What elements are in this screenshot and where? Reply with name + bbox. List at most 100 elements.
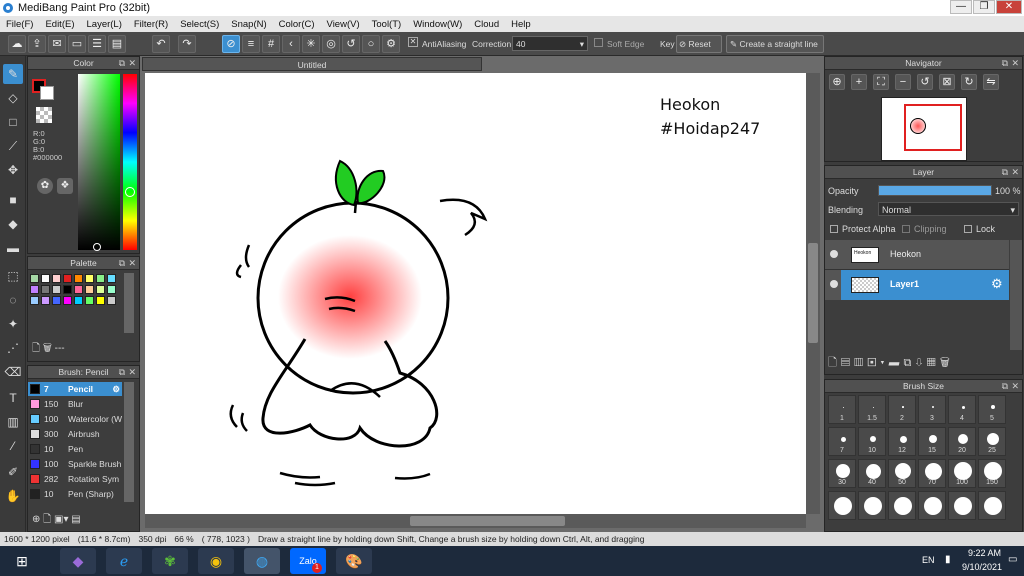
internet-explorer-icon[interactable]: ℯ xyxy=(106,548,142,574)
grid-snap-icon[interactable]: # xyxy=(262,35,280,53)
comment-icon[interactable]: ✉ xyxy=(48,35,66,53)
panel-close-icon[interactable]: ✕ xyxy=(1011,166,1019,179)
opacity-slider[interactable] xyxy=(878,185,992,196)
menu-view[interactable]: View(V) xyxy=(321,19,366,30)
brush-size-cell[interactable] xyxy=(918,491,946,520)
brush-item[interactable]: 10 Pen (Sharp) xyxy=(28,487,122,501)
rectangle-tool-icon[interactable]: □ xyxy=(3,112,23,132)
brush-menu-icon[interactable]: ▣▾ xyxy=(54,514,68,525)
circle-snap-icon[interactable]: ◎ xyxy=(322,35,340,53)
brush-size-cell[interactable] xyxy=(948,491,976,520)
brush-size-cell[interactable] xyxy=(978,491,1006,520)
brush-size-cell[interactable]: 15 xyxy=(918,427,946,456)
brush-size-cell[interactable]: 1 xyxy=(828,395,856,424)
rotate-right-icon[interactable]: ↻ xyxy=(961,74,977,90)
brush-scrollbar[interactable] xyxy=(124,382,134,502)
lasso-tool-icon[interactable]: ◌ xyxy=(3,290,23,310)
select-pen-icon[interactable]: ⋰ xyxy=(3,338,23,358)
undo-icon[interactable]: ↶ xyxy=(152,35,170,53)
palette-swatch[interactable] xyxy=(96,285,105,294)
dot-pen-icon[interactable]: ⟋ xyxy=(3,136,23,156)
brush-item[interactable]: 282 Rotation Sym xyxy=(28,472,122,486)
soft-edge-checkbox[interactable] xyxy=(594,38,603,47)
document-tab[interactable]: Untitled xyxy=(142,57,482,71)
palette-swatch[interactable] xyxy=(96,296,105,305)
pen-tool-icon[interactable]: ✐ xyxy=(3,462,23,482)
panel-close-icon[interactable]: ✕ xyxy=(128,257,136,270)
palette-swatch[interactable] xyxy=(30,285,39,294)
gradient-tool-icon[interactable]: ▬ xyxy=(3,238,23,258)
palette-swatch[interactable] xyxy=(74,274,83,283)
new-layer-icon[interactable]: 🗋 xyxy=(828,357,841,369)
eraser-tool-icon[interactable]: ◇ xyxy=(3,88,23,108)
layer-settings-gear-icon[interactable]: ⚙ xyxy=(991,276,1003,292)
add-brush-icon[interactable]: ⊕ xyxy=(32,514,40,525)
detach-icon[interactable]: ⧉ xyxy=(1002,57,1008,70)
text-tool-icon[interactable]: T xyxy=(3,388,23,408)
merge-layer-icon[interactable]: ⇩ xyxy=(915,357,926,369)
maximize-button[interactable]: ❐ xyxy=(973,0,995,14)
brush-settings-gear-icon[interactable]: ⚙ xyxy=(112,382,120,396)
brush-tool-icon[interactable]: ✎ xyxy=(3,64,23,84)
panel-close-icon[interactable]: ✕ xyxy=(1011,380,1019,393)
brush-size-cell[interactable]: 5 xyxy=(978,395,1006,424)
palette-swatch[interactable] xyxy=(41,285,50,294)
lock-checkbox[interactable] xyxy=(964,225,972,233)
brush-size-cell[interactable] xyxy=(858,491,886,520)
select-tool-icon[interactable]: ⬚ xyxy=(3,266,23,286)
radial-snap-icon[interactable]: ✳ xyxy=(302,35,320,53)
navigator-thumbnail[interactable] xyxy=(881,97,967,161)
brush-item[interactable]: 150 Blur xyxy=(28,397,122,411)
brush-size-cell[interactable]: 10 xyxy=(858,427,886,456)
color-saturation-field[interactable] xyxy=(78,74,120,250)
delete-layer-icon[interactable]: 🗑 xyxy=(940,357,954,369)
brush-size-cell[interactable]: 50 xyxy=(888,459,916,488)
palette-swatch[interactable] xyxy=(52,296,61,305)
ellipse-snap-icon[interactable]: ○ xyxy=(362,35,380,53)
brush-size-cell[interactable]: 25 xyxy=(978,427,1006,456)
detach-icon[interactable]: ⧉ xyxy=(1002,166,1008,179)
palette-swatch[interactable] xyxy=(63,285,72,294)
eyedropper-icon[interactable]: ⁄ xyxy=(3,436,23,456)
transparent-swatch[interactable] xyxy=(36,107,52,123)
chat-icon[interactable]: ▭ xyxy=(68,35,86,53)
hand-tool-icon[interactable]: ✋ xyxy=(3,486,23,506)
app-green-icon[interactable]: ✾ xyxy=(152,548,188,574)
notification-icon[interactable]: ▭ xyxy=(1008,554,1017,565)
medibang-taskbar-icon[interactable]: ◍ xyxy=(244,548,280,574)
reset-view-icon[interactable]: ⊠ xyxy=(939,74,955,90)
detach-icon[interactable]: ⧉ xyxy=(119,257,125,270)
reset-button[interactable]: ⊘ Reset xyxy=(676,35,722,53)
bucket-tool-icon[interactable]: ◆ xyxy=(3,214,23,234)
parallel-snap-icon[interactable]: ≡ xyxy=(242,35,260,53)
detach-icon[interactable]: ⧉ xyxy=(119,57,125,70)
brush-item[interactable]: 7 Pencil ⚙ xyxy=(28,382,122,396)
palette-swatch[interactable] xyxy=(85,296,94,305)
brush-size-cell[interactable]: 4 xyxy=(948,395,976,424)
vanishing-snap-icon[interactable]: ‹ xyxy=(282,35,300,53)
brush-size-cell[interactable]: 2 xyxy=(888,395,916,424)
layer-scrollbar[interactable] xyxy=(1010,240,1022,350)
palette-swatch[interactable] xyxy=(107,274,116,283)
fit-window-icon[interactable]: ⛶ xyxy=(873,74,889,90)
palette-swatch[interactable] xyxy=(63,296,72,305)
new-brush-icon[interactable]: 🗋 xyxy=(43,514,51,525)
brush-size-cell[interactable]: 20 xyxy=(948,427,976,456)
palette-swatch[interactable] xyxy=(96,274,105,283)
visibility-eye-icon[interactable] xyxy=(830,280,838,288)
move-tool-icon[interactable]: ✥ xyxy=(3,160,23,180)
snap-off-icon[interactable]: ⊘ xyxy=(222,35,240,53)
palette-swatch[interactable] xyxy=(30,274,39,283)
palette-swatch[interactable] xyxy=(52,285,61,294)
zoom-out-icon[interactable]: − xyxy=(895,74,911,90)
curve-snap-icon[interactable]: ↺ xyxy=(342,35,360,53)
palette-swatch[interactable] xyxy=(74,285,83,294)
vertical-scroll-thumb[interactable] xyxy=(808,243,818,343)
network-icon[interactable]: ▮ xyxy=(945,554,951,565)
panel-close-icon[interactable]: ✕ xyxy=(128,57,136,70)
menu-tool[interactable]: Tool(T) xyxy=(366,19,408,30)
correction-dropdown[interactable]: 40 ▾ xyxy=(512,36,588,51)
palette-swatch[interactable] xyxy=(41,274,50,283)
menu-select[interactable]: Select(S) xyxy=(174,19,225,30)
hue-slider[interactable] xyxy=(123,74,137,250)
